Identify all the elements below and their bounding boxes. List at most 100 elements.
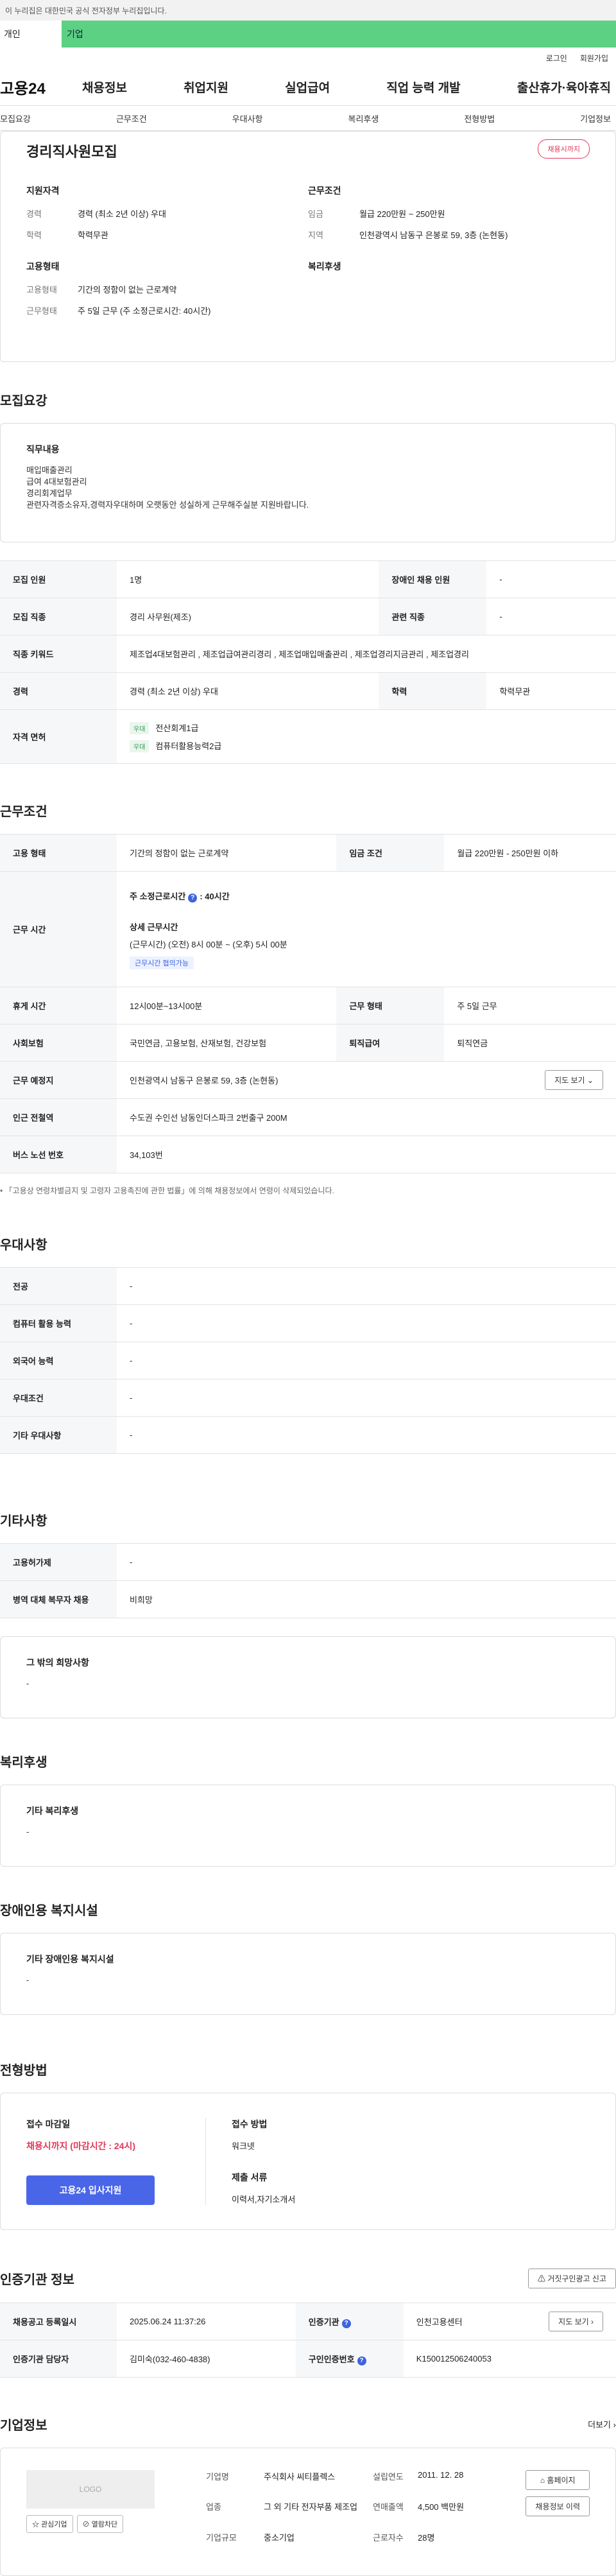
subnav-conditions[interactable]: 근무조건 — [116, 112, 147, 125]
block-view-button[interactable]: ⊘ 열람차단 — [76, 2515, 124, 2533]
pref-other-label: 기타 우대사항 — [0, 1416, 117, 1454]
map-view-button[interactable]: 지도 보기 ⌄ — [545, 1070, 603, 1090]
shift-value: 주 5일 근무 — [444, 987, 616, 1024]
hours-main-label: 주 소정근로시간 — [130, 891, 186, 901]
subnav-preferences[interactable]: 우대사항 — [232, 112, 263, 125]
disability-section-title: 장애인용 복지시설 — [0, 1904, 98, 1918]
hours-detail: 주 소정근로시간?: 40시간 상세 근무시간 (근무시간) (오전) 8시 0… — [117, 871, 616, 987]
pref-major-value: - — [117, 1267, 616, 1305]
deadline-value: 채용시까지 (마감시간 : 24시) — [26, 2141, 136, 2151]
selection-section-title: 전형방법 — [0, 2064, 47, 2078]
company-name-label: 기업명 — [206, 2472, 229, 2482]
military-service-value: 비희망 — [117, 1580, 616, 1618]
job-type-value: 경리 사무원(제조) — [117, 598, 379, 635]
hours-label: 근무 시간 — [0, 871, 117, 987]
hours-negotiable-tag: 근무시간 협의가능 — [130, 956, 194, 969]
apply-button[interactable]: 고용24 입사지원 — [26, 2175, 155, 2205]
hours-detail-title: 상세 근무시간 — [130, 922, 178, 932]
insurance-value: 국민연금, 고용보험, 산재보험, 건강보험 — [117, 1024, 337, 1062]
reg-date-value: 2025.06.24 11:37:26 — [117, 2303, 296, 2340]
disability-box-title: 기타 장애인용 복지시설 — [26, 1954, 114, 1964]
subnav-welfare[interactable]: 복리후생 — [348, 112, 379, 125]
hiring-history-button[interactable]: 채용정보 이력 — [526, 2496, 590, 2516]
staff-value: 김미숙(032-460-4838) — [117, 2340, 296, 2378]
license-label: 자격 면허 — [0, 709, 117, 764]
edu-label: 학력 — [379, 672, 487, 710]
employment-heading: 고용형태 — [26, 261, 60, 272]
founded-label: 설립연도 — [373, 2472, 404, 2482]
company-logo: LOGO — [26, 2470, 155, 2509]
gnb-unemployment-benefit[interactable]: 실업급여 — [285, 78, 330, 96]
gnb-jobs[interactable]: 채용정보 — [82, 78, 127, 96]
career-label: 경력 — [0, 672, 117, 710]
pref-condition-label: 우대조건 — [0, 1379, 117, 1417]
report-icon: ⚠ — [537, 2274, 545, 2283]
join-link[interactable]: 회원가입 — [580, 53, 608, 64]
gnb-parental-leave[interactable]: 출산휴가·육아휴직 — [517, 78, 611, 96]
pref-computer-value: - — [117, 1304, 616, 1342]
false-ad-report-button[interactable]: ⚠ 거짓구인광고 신고 — [527, 2269, 616, 2288]
block-icon: ⊘ — [82, 2521, 90, 2528]
company-more-link[interactable]: 더보기 › — [588, 2418, 616, 2430]
duty-box: 직무내용 매입매출관리 급여 4대보험관리 경리회계업무 관련자격증소유자,경력… — [0, 423, 616, 542]
bus-label: 버스 노선 번호 — [0, 1136, 117, 1173]
qual-career-value: 경력 (최소 2년 이상) 우대 — [78, 209, 166, 219]
deadline-badge: 채용시까지 — [538, 139, 590, 159]
subnav-selection[interactable]: 전형방법 — [464, 112, 495, 125]
pref-table: 전공 - 컴퓨터 활용 능력 - 외국어 능력 - 우대조건 - 기타 우대사항 - — [0, 1267, 616, 1454]
size-label: 기업규모 — [206, 2532, 237, 2543]
cond-wage-value: 월급 220만원 ~ 250만원 — [359, 209, 445, 219]
company-header: 기업정보 더보기 › — [0, 2378, 616, 2448]
help-icon[interactable]: ? — [188, 893, 198, 903]
recruit-section-title: 모집요강 — [0, 394, 47, 408]
docs-title: 제출 서류 — [232, 2172, 268, 2183]
subnav-company[interactable]: 기업정보 — [580, 112, 611, 125]
conditions-heading: 근무조건 — [308, 186, 341, 196]
agency-map-button[interactable]: 지도 보기 › — [549, 2312, 603, 2331]
pref-computer-label: 컴퓨터 활용 능력 — [0, 1304, 117, 1342]
gnb-employment-support[interactable]: 취업지원 — [184, 78, 228, 96]
work-permit-label: 고용허가제 — [0, 1543, 117, 1581]
site-logo[interactable]: 고용24 — [0, 76, 82, 98]
subnav-recruit[interactable]: 모집요강 — [0, 112, 31, 125]
license-tag: 우대 — [130, 722, 150, 734]
workplace-cell: 인천광역시 남동구 은봉로 59, 3층 (논현동) 지도 보기 ⌄ — [117, 1061, 616, 1099]
help-icon[interactable]: ? — [341, 2319, 351, 2328]
insurance-label: 사회보험 — [0, 1024, 117, 1062]
etc-table: 고용허가제 - 병역 대체 복무자 채용 비희망 — [0, 1543, 616, 1618]
workplace-label: 근무 예정지 — [0, 1061, 117, 1099]
pref-condition-value: - — [117, 1379, 616, 1417]
tab-company[interactable]: 기업 — [62, 21, 616, 48]
pref-language-label: 외국어 능력 — [0, 1342, 117, 1379]
agency-table: 채용공고 등록일시 2025.06.24 11:37:26 인증기관? 인천고용… — [0, 2303, 616, 2378]
hours-detail-value: (근무시간) (오전) 8시 00분 ~ (오후) 5시 00분 — [130, 939, 287, 949]
emp-form-value: 기간의 정함이 없는 근로계약 — [117, 834, 337, 872]
home-icon: ⌂ — [540, 2476, 545, 2485]
founded-value: 2011. 12. 28 — [418, 2470, 464, 2480]
employees-label: 근로자수 — [373, 2532, 404, 2543]
headcount-label: 모집 인원 — [0, 560, 117, 598]
industry-label: 업종 — [206, 2502, 221, 2512]
qual-edu-value: 학력무관 — [78, 230, 108, 240]
deadline-title: 접수 마감일 — [26, 2119, 71, 2129]
license-name: 컴퓨터활용능력2급 — [155, 741, 222, 751]
login-link[interactable]: 로그인 — [546, 53, 567, 64]
keyword-value: 제조업4대보험관리 , 제조업급여관리경리 , 제조업매입매출관리 , 제조업경… — [117, 635, 616, 673]
report-label: 거짓구인광고 신고 — [547, 2274, 606, 2283]
help-icon[interactable]: ? — [357, 2356, 366, 2365]
tab-personal[interactable]: 개인 — [0, 21, 62, 48]
welfare-section-title: 복리후생 — [0, 1756, 47, 1770]
more-label: 더보기 — [588, 2420, 612, 2430]
staff-label: 인증기관 담당자 — [0, 2340, 117, 2378]
utility-bar: 로그인 회원가입 — [0, 48, 616, 68]
map-view-label: 지도 보기 — [554, 1076, 585, 1085]
homepage-button[interactable]: ⌂ 홈페이지 — [526, 2470, 590, 2490]
agency-section-title: 인증기관 정보 — [0, 2273, 74, 2287]
company-section-title: 기업정보 — [0, 2419, 47, 2433]
gnb-vocational-training[interactable]: 직업 능력 개발 — [386, 78, 460, 96]
keyword-label: 직종 키워드 — [0, 635, 117, 673]
gov-banner: 이 누리집은 대한민국 공식 전자정부 누리집입니다. — [0, 0, 616, 21]
favorite-company-button[interactable]: ☆ 관심기업 — [26, 2515, 73, 2533]
other-wish-value: - — [26, 1679, 30, 1688]
work-section-title: 근무조건 — [0, 805, 47, 819]
